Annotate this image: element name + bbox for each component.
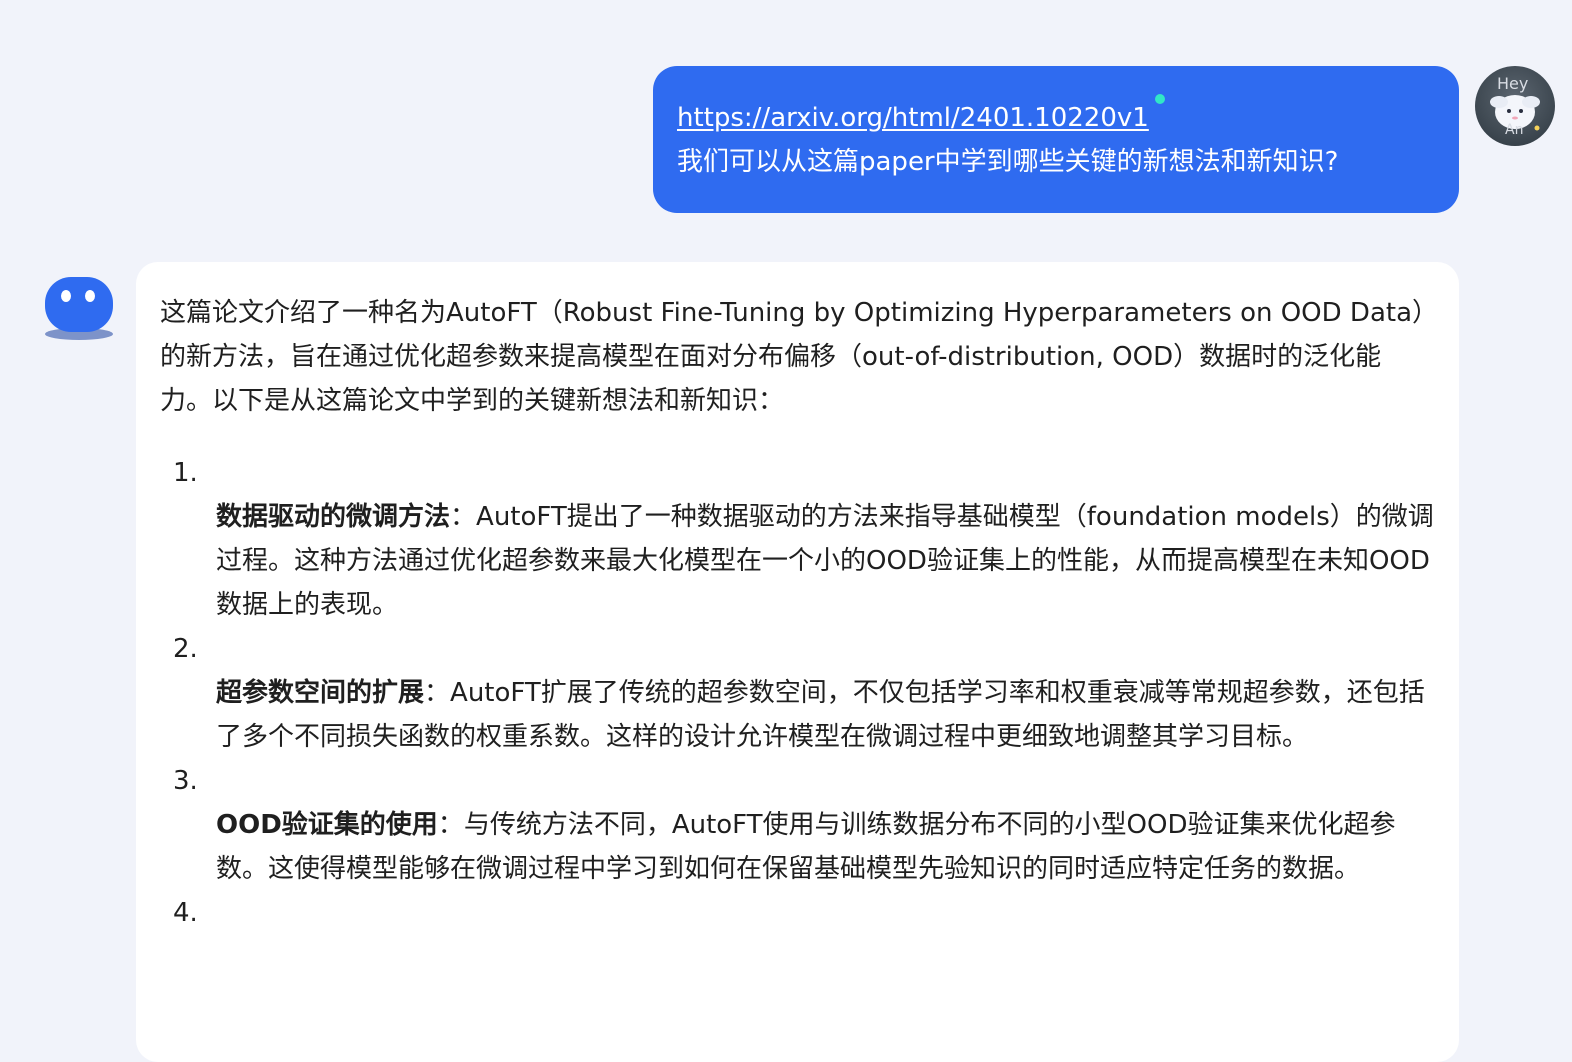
list-item-separator: ：: [450, 502, 477, 532]
assistant-intro-text: 这篇论文介绍了一种名为AutoFT（Robust Fine-Tuning by …: [160, 298, 1426, 416]
list-item: 3. OOD验证集的使用：与传统方法不同，AutoFT使用与训练数据分布不同的小…: [160, 759, 1435, 891]
list-item-title: 超参数空间的扩展: [216, 678, 425, 708]
list-item: 4.: [160, 891, 1435, 935]
avatar-text-top: Hey: [1497, 74, 1528, 93]
key-ideas-list: 1. 数据驱动的微调方法：AutoFT提出了一种数据驱动的方法来指导基础模型（f…: [160, 451, 1435, 935]
paper-link[interactable]: https://arxiv.org/html/2401.10220v1: [677, 96, 1149, 140]
list-item-title: 数据驱动的微调方法: [216, 502, 451, 532]
list-item-title: OOD验证集的使用: [216, 810, 438, 840]
user-message-bubble: https://arxiv.org/html/2401.10220v1 我们可以…: [653, 66, 1459, 213]
list-item-separator: ：: [437, 810, 464, 840]
list-item-body: 数据驱动的微调方法：AutoFT提出了一种数据驱动的方法来指导基础模型（foun…: [160, 495, 1436, 627]
list-item: 1. 数据驱动的微调方法：AutoFT提出了一种数据驱动的方法来指导基础模型（f…: [160, 451, 1435, 627]
list-item-number: 1.: [173, 458, 198, 488]
list-item-number: 3.: [173, 766, 198, 796]
user-question-text: 我们可以从这篇paper中学到哪些关键的新想法和新知识?: [677, 147, 1339, 177]
user-avatar[interactable]: Hey An: [1475, 66, 1555, 146]
avatar-text-bottom: An: [1505, 122, 1523, 138]
list-item-separator: ：: [424, 678, 451, 708]
list-item-number: 4.: [173, 898, 198, 928]
assistant-avatar: [44, 276, 114, 342]
assistant-message-bubble: 这篇论文介绍了一种名为AutoFT（Robust Fine-Tuning by …: [136, 262, 1459, 1062]
link-status-dot: [1154, 94, 1165, 104]
list-item-body: 超参数空间的扩展：AutoFT扩展了传统的超参数空间，不仅包括学习率和权重衰减等…: [160, 671, 1436, 759]
list-item-number: 2.: [173, 634, 198, 664]
list-item: 2. 超参数空间的扩展：AutoFT扩展了传统的超参数空间，不仅包括学习率和权重…: [160, 627, 1435, 759]
list-item-body: OOD验证集的使用：与传统方法不同，AutoFT使用与训练数据分布不同的小型OO…: [160, 803, 1436, 891]
